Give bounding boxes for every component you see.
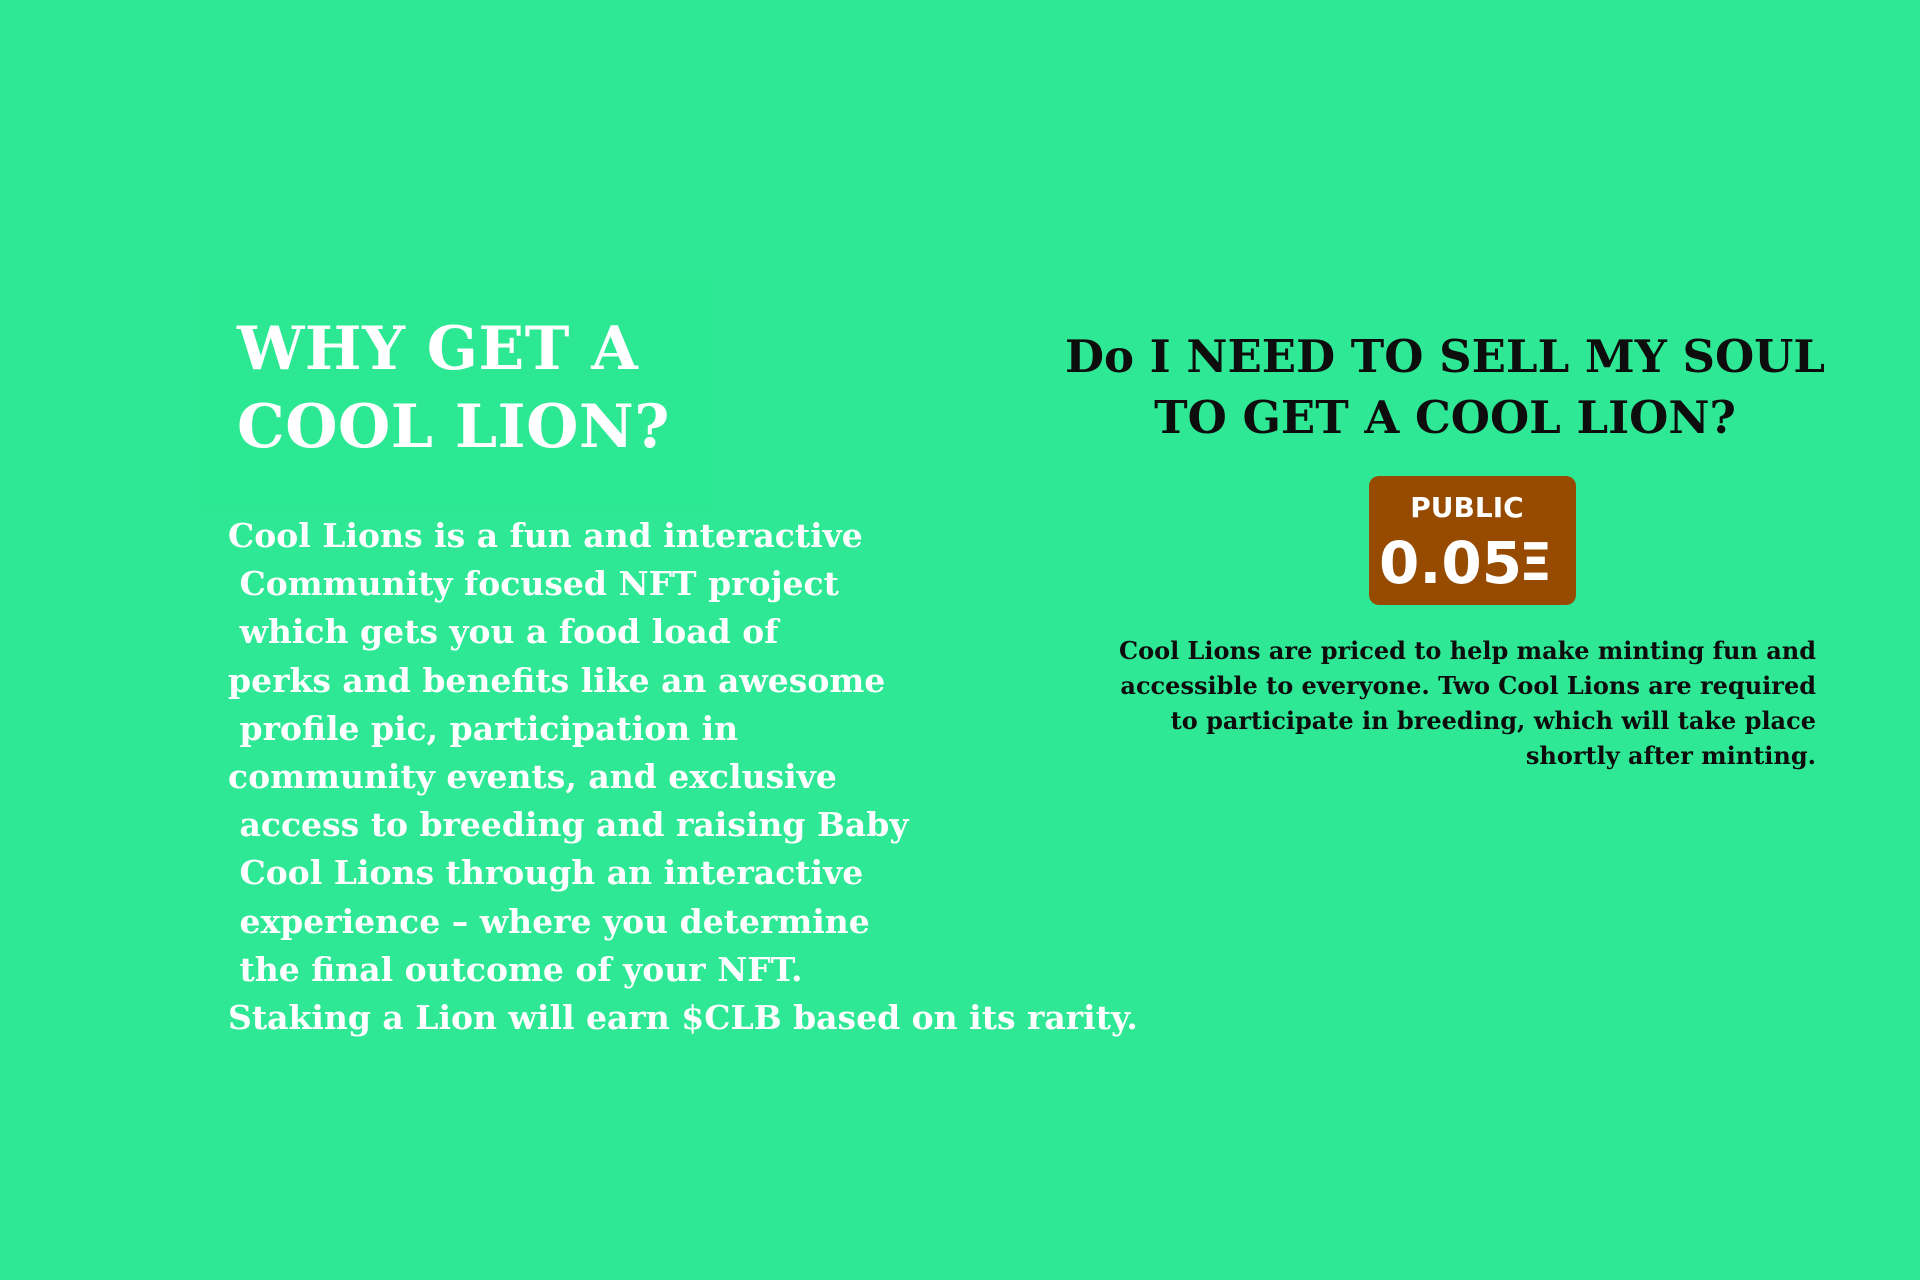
right-section-body: Cool Lions are priced to help make minti… (1060, 633, 1816, 773)
left-title-line: WHY GET A (237, 314, 639, 384)
right-body-line: shortly after minting. (1525, 741, 1816, 770)
price-value: 0.05 (1379, 529, 1523, 597)
left-title-line: COOL LION? (237, 392, 670, 462)
public-price-badge: PUBLIC 0.05 Ξ (1369, 476, 1576, 605)
left-body-line: Staking a Lion will earn $CLB based on i… (228, 998, 1138, 1038)
right-body-line: accessible to everyone. Two Cool Lions a… (1120, 671, 1816, 700)
left-section-body: Cool Lions is a fun and interactive Comm… (228, 512, 1138, 1042)
left-section-title: WHY GET A COOL LION? (237, 310, 670, 466)
left-body-line: perks and benefits like an awesome (228, 660, 886, 700)
left-body-line: Community focused NFT project (228, 564, 839, 604)
right-title-line: TO GET A COOL LION? (1154, 391, 1736, 444)
left-body-line: experience – where you determine (228, 901, 870, 941)
left-body-line: which gets you a food load of (228, 612, 779, 652)
right-body-line: Cool Lions are priced to help make minti… (1118, 636, 1816, 665)
left-body-line: Cool Lions is a fun and interactive (228, 516, 863, 555)
price-badge-label: PUBLIC (1410, 491, 1524, 524)
left-body-line: Cool Lions through an interactive (228, 853, 864, 893)
right-body-line: to participate in breeding, which will t… (1170, 706, 1816, 735)
page: WHY GET A COOL LION? Cool Lions is a fun… (0, 0, 1920, 1280)
right-section-title: Do I NEED TO SELL MY SOUL TO GET A COOL … (1060, 326, 1830, 448)
ethereum-icon: Ξ (1519, 533, 1552, 593)
left-body-line: the final outcome of your NFT. (228, 949, 803, 989)
left-body-line: access to breeding and raising Baby (228, 805, 909, 845)
left-body-line: community events, and exclusive (228, 757, 837, 797)
left-body-line: profile pic, participation in (228, 708, 739, 748)
right-title-line: Do I NEED TO SELL MY SOUL (1064, 330, 1826, 383)
